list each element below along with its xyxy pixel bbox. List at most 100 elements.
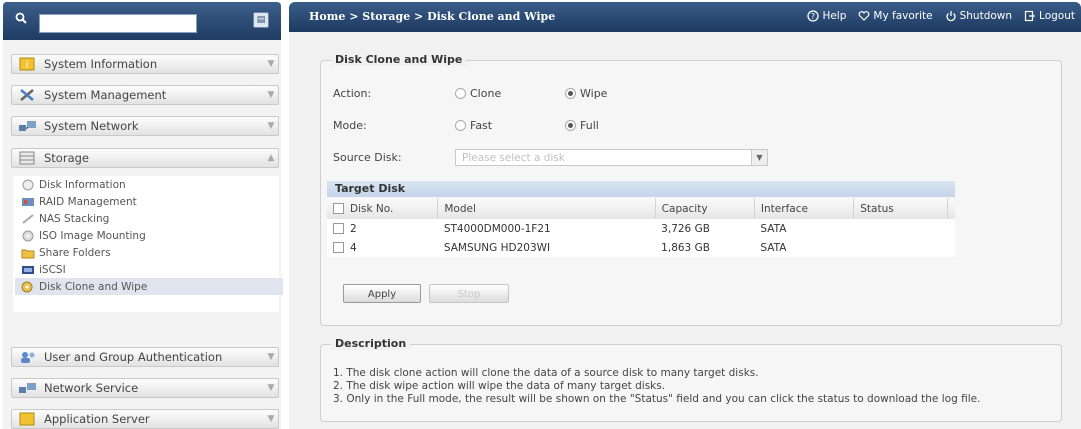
radio-dot-selected[interactable] — [565, 88, 576, 99]
disk-number: 2 — [350, 222, 357, 235]
top-bar: Home > Storage > Disk Clone and Wipe ? H… — [289, 2, 1081, 32]
sidebar-item-label: iSCSI — [39, 263, 66, 276]
mode-full-radio[interactable]: Full — [565, 119, 675, 132]
search-options-icon[interactable]: ▤ — [253, 12, 269, 28]
cell-capacity: 3,726 GB — [661, 222, 710, 235]
column-capacity[interactable]: Capacity — [655, 198, 755, 219]
sidebar-item-label: Disk Clone and Wipe — [39, 280, 148, 293]
column-model[interactable]: Model — [437, 198, 656, 219]
storage-submenu: Disk Information RAID Management NAS Sta… — [13, 176, 283, 312]
cell-status[interactable] — [854, 238, 948, 257]
storage-icon — [19, 151, 35, 165]
action-wipe-radio[interactable]: Wipe — [565, 87, 675, 100]
menu-application-server[interactable]: Application Server ▼ — [11, 409, 279, 429]
sidebar-item-label: NAS Stacking — [39, 212, 110, 225]
menu-system-information[interactable]: i System Information ▼ — [11, 54, 279, 74]
column-disk-no[interactable]: Disk No. — [327, 198, 439, 219]
cell-disk: 4 — [327, 238, 438, 257]
source-disk-select[interactable]: Please select a disk ▼ — [455, 149, 768, 166]
description-line-2: 2. The disk wipe action will wipe the da… — [333, 380, 666, 392]
cell-interface: SATA — [760, 222, 787, 235]
top-actions: ? Help My favorite Shutdown Logout — [807, 10, 1075, 22]
source-disk-label: Source Disk: — [333, 151, 402, 164]
menu-label: System Information — [44, 57, 158, 71]
radio-dot[interactable] — [455, 88, 466, 99]
menu-label: System Management — [44, 88, 167, 102]
menu-label: System Network — [44, 119, 139, 133]
menu-label: Network Service — [44, 381, 139, 395]
radio-dot-selected[interactable] — [565, 120, 576, 131]
stop-button[interactable]: Stop — [429, 284, 509, 303]
info-icon: i — [19, 57, 35, 71]
apply-button[interactable]: Apply — [343, 284, 421, 303]
chevron-down-icon[interactable]: ▼ — [751, 150, 767, 165]
cell-model: SAMSUNG HD203WI — [443, 241, 551, 254]
logout-link[interactable]: Logout — [1024, 10, 1075, 22]
favorite-link[interactable]: My favorite — [858, 10, 933, 22]
chevron-icon: ▼ — [267, 59, 275, 69]
menu-storage[interactable]: Storage ▲ — [11, 148, 279, 168]
iscsi-icon — [22, 265, 34, 274]
sidebar-item-iscsi[interactable]: iSCSI — [21, 261, 66, 278]
heart-icon — [858, 11, 870, 21]
sidebar-item-raid-management[interactable]: RAID Management — [21, 193, 137, 210]
menu-label: User and Group Authentication — [44, 350, 223, 364]
menu-system-network[interactable]: System Network ▼ — [11, 116, 279, 136]
help-link[interactable]: ? Help — [807, 10, 846, 22]
action-row: Action: Clone Wipe — [333, 87, 675, 100]
radio-label: Full — [580, 119, 599, 132]
select-all-checkbox[interactable] — [333, 203, 344, 214]
chevron-icon: ▼ — [267, 414, 275, 424]
cell-status[interactable] — [854, 219, 948, 238]
help-icon: ? — [807, 10, 820, 22]
sidebar-item-label: ISO Image Mounting — [39, 229, 146, 242]
row-checkbox[interactable] — [333, 242, 344, 253]
sidebar-item-share-folders[interactable]: Share Folders — [21, 244, 111, 261]
cell-model: ST4000DM000-1F21 — [443, 222, 551, 235]
radio-dot[interactable] — [455, 120, 466, 131]
logout-label: Logout — [1039, 10, 1075, 22]
favorite-label: My favorite — [873, 10, 933, 22]
svg-text:?: ? — [811, 12, 815, 21]
network-icon — [19, 121, 36, 131]
action-clone-radio[interactable]: Clone — [455, 87, 565, 100]
cell-interface: SATA — [760, 241, 787, 254]
column-interface[interactable]: Interface — [754, 198, 855, 219]
chevron-icon: ▼ — [267, 90, 275, 100]
sidebar-item-disk-clone-and-wipe[interactable]: Disk Clone and Wipe — [15, 278, 283, 295]
select-placeholder: Please select a disk — [462, 152, 565, 164]
folder-icon — [21, 249, 35, 258]
table-row[interactable]: 4 SAMSUNG HD203WI 1,863 GB SATA — [327, 238, 955, 257]
chevron-icon: ▼ — [267, 121, 275, 131]
menu-label: Storage — [44, 151, 89, 165]
menu-label: Application Server — [44, 412, 150, 426]
sidebar-item-disk-information[interactable]: Disk Information — [21, 176, 126, 193]
table-row[interactable]: 2 ST4000DM000-1F21 3,726 GB SATA — [327, 219, 955, 238]
column-filler — [947, 198, 955, 219]
disk-number: 4 — [350, 241, 357, 254]
cell-filler — [948, 219, 956, 238]
column-status[interactable]: Status — [853, 198, 948, 219]
sidebar: ▤ i System Information ▼ System Manageme… — [3, 2, 283, 429]
help-label: Help — [822, 10, 847, 22]
breadcrumb[interactable]: Home > Storage > Disk Clone and Wipe — [309, 10, 555, 23]
search-input[interactable] — [39, 14, 197, 33]
sidebar-item-iso-image-mounting[interactable]: ISO Image Mounting — [21, 227, 146, 244]
row-checkbox[interactable] — [333, 223, 344, 234]
sidebar-item-label: Disk Information — [39, 178, 126, 191]
menu-user-group-authentication[interactable]: User and Group Authentication ▼ — [11, 347, 279, 367]
menu-network-service[interactable]: Network Service ▼ — [11, 378, 279, 398]
mode-fast-radio[interactable]: Fast — [455, 119, 565, 132]
menu-system-management[interactable]: System Management ▼ — [11, 85, 279, 105]
svg-text:i: i — [26, 60, 29, 71]
cell-filler — [948, 238, 956, 257]
shutdown-link[interactable]: Shutdown — [945, 10, 1012, 22]
logout-icon — [1024, 10, 1036, 22]
sidebar-item-nas-stacking[interactable]: NAS Stacking — [21, 210, 109, 227]
iso-icon — [22, 230, 34, 241]
sidebar-item-label: RAID Management — [39, 195, 137, 208]
power-icon — [945, 11, 956, 22]
cell-capacity: 1,863 GB — [661, 241, 710, 254]
app-server-icon — [19, 412, 35, 426]
target-disk-title: Target Disk — [327, 181, 955, 197]
